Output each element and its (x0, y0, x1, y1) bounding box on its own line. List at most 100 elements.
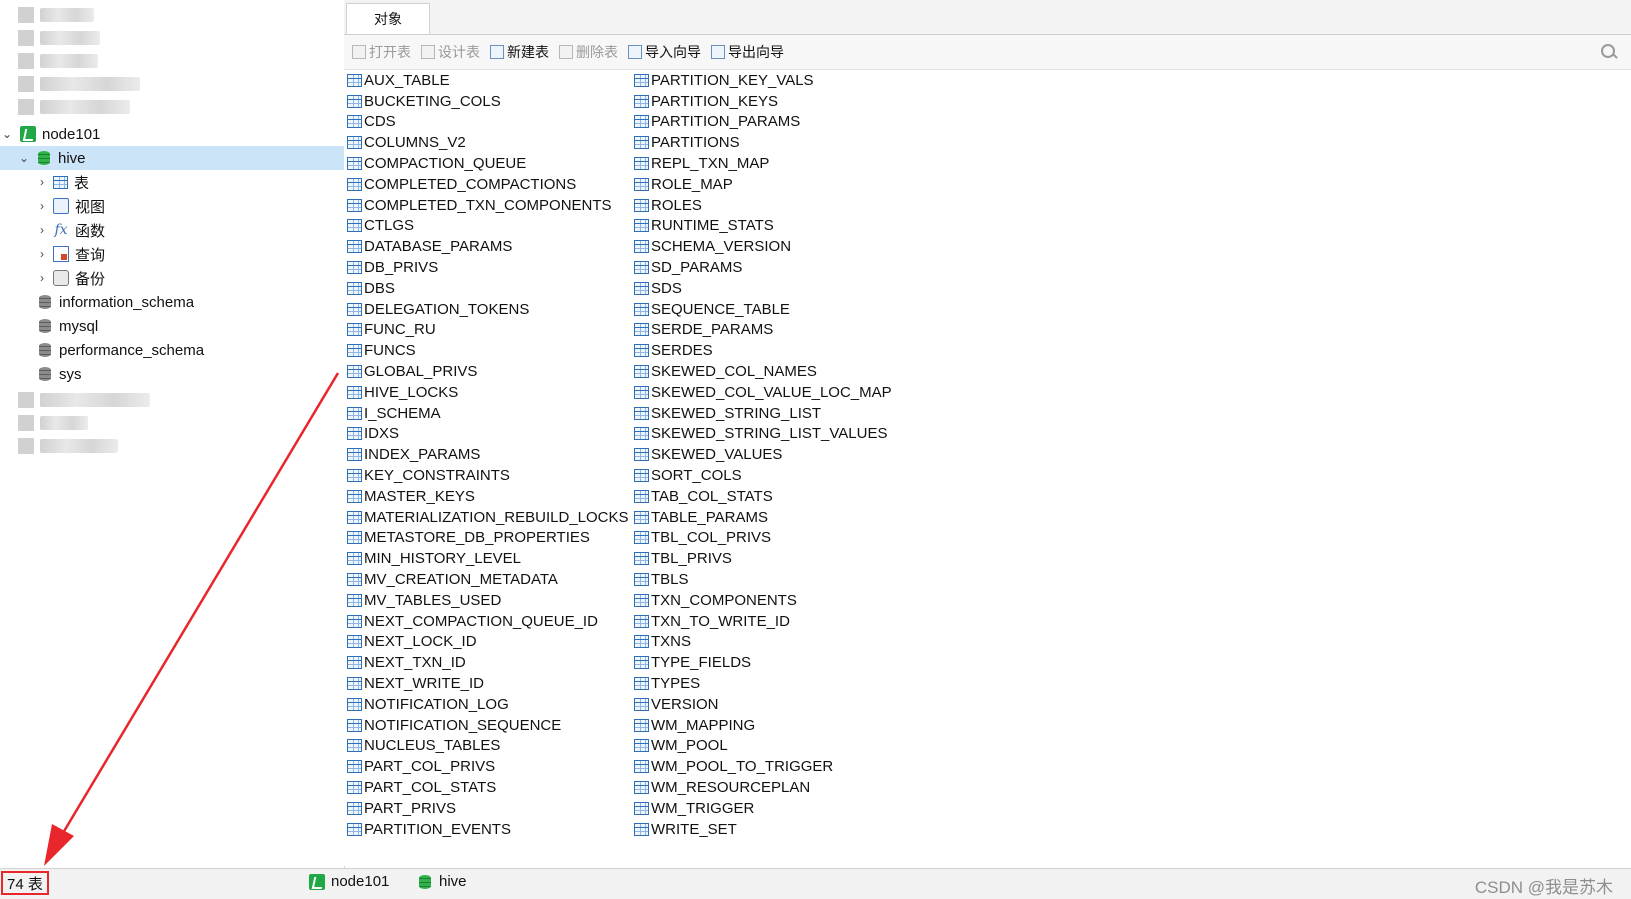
table-item[interactable]: NOTIFICATION_LOG (347, 694, 629, 715)
import-wizard-button[interactable]: 导入向导 (628, 42, 701, 62)
table-item[interactable]: NEXT_LOCK_ID (347, 632, 629, 653)
chevron-down-icon[interactable]: ⌄ (0, 127, 14, 141)
tree-item-tables[interactable]: › 表 (0, 170, 344, 194)
table-item[interactable]: MV_TABLES_USED (347, 590, 629, 611)
table-item[interactable]: PARTITION_KEY_VALS (634, 70, 892, 91)
table-item[interactable]: COMPACTION_QUEUE (347, 153, 629, 174)
table-item[interactable]: MATERIALIZATION_REBUILD_LOCKS (347, 507, 629, 528)
table-item[interactable]: WM_POOL_TO_TRIGGER (634, 756, 892, 777)
redacted-connection[interactable] (0, 49, 344, 73)
tree-item-backups[interactable]: › 备份 (0, 266, 344, 290)
table-item[interactable]: MV_CREATION_METADATA (347, 569, 629, 590)
table-item[interactable]: NOTIFICATION_SEQUENCE (347, 715, 629, 736)
redacted-connection[interactable] (0, 72, 344, 96)
chevron-right-icon[interactable]: › (35, 175, 49, 189)
table-item[interactable]: GLOBAL_PRIVS (347, 361, 629, 382)
tab-objects[interactable]: 对象 (346, 3, 430, 34)
table-item[interactable]: NEXT_WRITE_ID (347, 673, 629, 694)
redacted-connection[interactable] (0, 434, 344, 458)
table-item[interactable]: TABLE_PARAMS (634, 507, 892, 528)
table-item[interactable]: KEY_CONSTRAINTS (347, 465, 629, 486)
table-item[interactable]: TBL_COL_PRIVS (634, 528, 892, 549)
database-performance-schema[interactable]: performance_schema (0, 338, 344, 362)
open-table-button[interactable]: 打开表 (352, 42, 411, 62)
database-hive[interactable]: ⌄ hive (0, 146, 344, 170)
database-sys[interactable]: sys (0, 362, 344, 386)
table-item[interactable]: MASTER_KEYS (347, 486, 629, 507)
redacted-connection[interactable] (0, 95, 344, 119)
table-item[interactable]: PARTITIONS (634, 132, 892, 153)
table-item[interactable]: TBLS (634, 569, 892, 590)
table-item[interactable]: HIVE_LOCKS (347, 382, 629, 403)
table-item[interactable]: SERDE_PARAMS (634, 320, 892, 341)
table-item[interactable]: SKEWED_COL_VALUE_LOC_MAP (634, 382, 892, 403)
table-item[interactable]: CTLGS (347, 216, 629, 237)
table-item[interactable]: FUNC_RU (347, 320, 629, 341)
table-item[interactable]: CDS (347, 112, 629, 133)
table-item[interactable]: SCHEMA_VERSION (634, 236, 892, 257)
delete-table-button[interactable]: 删除表 (559, 42, 618, 62)
table-item[interactable]: PARTITION_EVENTS (347, 819, 629, 840)
table-item[interactable]: SKEWED_STRING_LIST (634, 403, 892, 424)
tree-item-queries[interactable]: › 查询 (0, 242, 344, 266)
table-item[interactable]: WM_RESOURCEPLAN (634, 777, 892, 798)
table-item[interactable]: IDXS (347, 424, 629, 445)
chevron-right-icon[interactable]: › (35, 247, 49, 261)
table-item[interactable]: REPL_TXN_MAP (634, 153, 892, 174)
search-icon[interactable] (1601, 44, 1615, 58)
table-item[interactable]: SERDES (634, 340, 892, 361)
redacted-connection[interactable] (0, 26, 344, 50)
table-item[interactable]: RUNTIME_STATS (634, 216, 892, 237)
table-item[interactable]: COMPLETED_COMPACTIONS (347, 174, 629, 195)
chevron-right-icon[interactable]: › (35, 271, 49, 285)
table-item[interactable]: COMPLETED_TXN_COMPONENTS (347, 195, 629, 216)
table-item[interactable]: VERSION (634, 694, 892, 715)
table-item[interactable]: NEXT_TXN_ID (347, 652, 629, 673)
database-mysql[interactable]: mysql (0, 314, 344, 338)
tree-item-functions[interactable]: › fx 函数 (0, 218, 344, 242)
tree-item-views[interactable]: › 视图 (0, 194, 344, 218)
table-item[interactable]: DATABASE_PARAMS (347, 236, 629, 257)
table-item[interactable]: TXN_TO_WRITE_ID (634, 611, 892, 632)
table-item[interactable]: WM_TRIGGER (634, 798, 892, 819)
chevron-right-icon[interactable]: › (35, 223, 49, 237)
table-item[interactable]: WRITE_SET (634, 819, 892, 840)
connection-node101[interactable]: ⌄ node101 (0, 122, 344, 146)
table-item[interactable]: MIN_HISTORY_LEVEL (347, 548, 629, 569)
table-item[interactable]: DB_PRIVS (347, 257, 629, 278)
table-item[interactable]: TXN_COMPONENTS (634, 590, 892, 611)
table-item[interactable]: SORT_COLS (634, 465, 892, 486)
table-item[interactable]: PART_COL_PRIVS (347, 756, 629, 777)
table-item[interactable]: ROLE_MAP (634, 174, 892, 195)
table-item[interactable]: WM_POOL (634, 736, 892, 757)
table-item[interactable]: SEQUENCE_TABLE (634, 299, 892, 320)
table-item[interactable]: ROLES (634, 195, 892, 216)
redacted-connection[interactable] (0, 3, 344, 27)
chevron-down-icon[interactable]: ⌄ (17, 151, 31, 165)
export-wizard-button[interactable]: 导出向导 (711, 42, 784, 62)
table-item[interactable]: FUNCS (347, 340, 629, 361)
design-table-button[interactable]: 设计表 (421, 42, 480, 62)
table-item[interactable]: SKEWED_STRING_LIST_VALUES (634, 424, 892, 445)
table-item[interactable]: DBS (347, 278, 629, 299)
table-item[interactable]: BUCKETING_COLS (347, 91, 629, 112)
table-item[interactable]: PART_PRIVS (347, 798, 629, 819)
new-table-button[interactable]: 新建表 (490, 42, 549, 62)
table-item[interactable]: INDEX_PARAMS (347, 444, 629, 465)
database-information-schema[interactable]: information_schema (0, 290, 344, 314)
table-item[interactable]: TAB_COL_STATS (634, 486, 892, 507)
table-item[interactable]: I_SCHEMA (347, 403, 629, 424)
redacted-connection[interactable] (0, 388, 344, 412)
table-item[interactable]: SD_PARAMS (634, 257, 892, 278)
table-item[interactable]: SDS (634, 278, 892, 299)
redacted-connection[interactable] (0, 411, 344, 435)
table-item[interactable]: AUX_TABLE (347, 70, 629, 91)
table-item[interactable]: NUCLEUS_TABLES (347, 736, 629, 757)
table-item[interactable]: PARTITION_KEYS (634, 91, 892, 112)
table-item[interactable]: NEXT_COMPACTION_QUEUE_ID (347, 611, 629, 632)
table-item[interactable]: PART_COL_STATS (347, 777, 629, 798)
table-item[interactable]: TYPES (634, 673, 892, 694)
table-item[interactable]: TBL_PRIVS (634, 548, 892, 569)
table-item[interactable]: SKEWED_VALUES (634, 444, 892, 465)
table-item[interactable]: WM_MAPPING (634, 715, 892, 736)
